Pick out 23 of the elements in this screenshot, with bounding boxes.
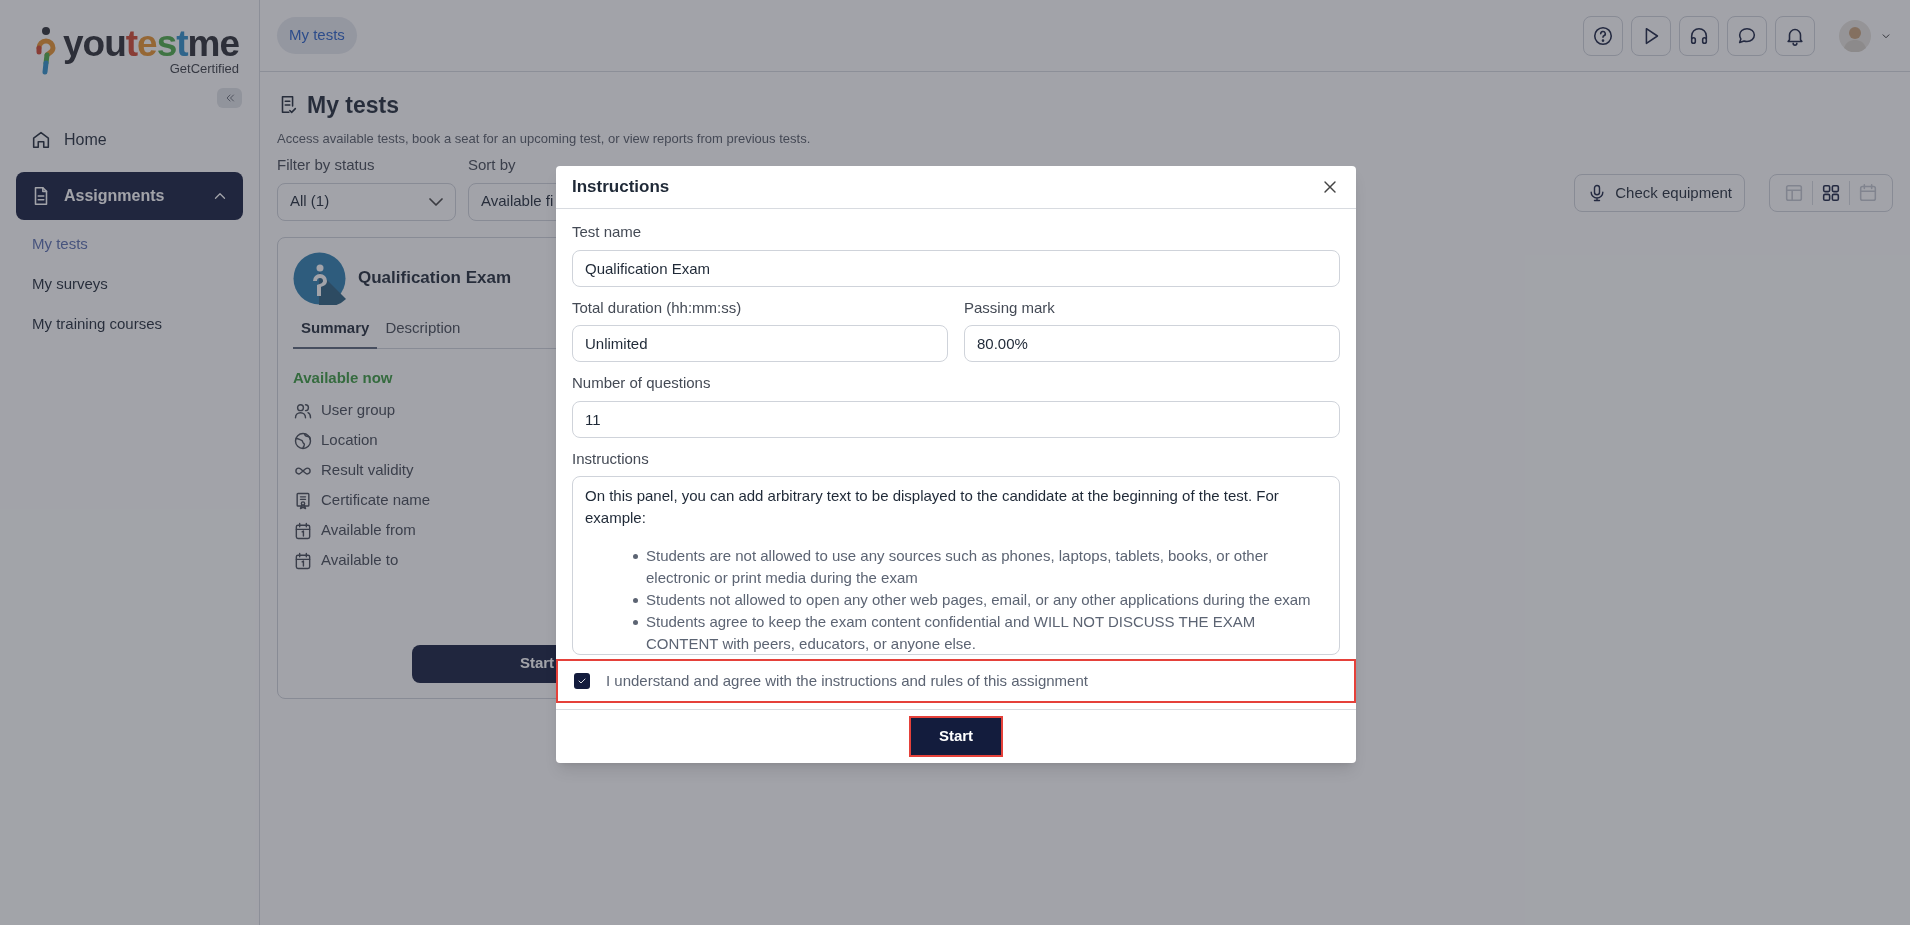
field-label: Total duration (hh:mm:ss): [572, 297, 743, 318]
instruction-item: Students are not allowed to use any sources such as phones, laptops, tablets, books, or other electronic or print media during the exam: [646, 546, 1270, 588]
instructions-intro: On this panel, you can add arbitrary text to be displayed to the candidate at the beginning of the test. For example:: [585, 486, 1280, 528]
availability-status: Available now: [293, 368, 393, 388]
instruction-item: Students not allowed to open any other web pages, email, or any other applications during the exam: [646, 590, 1311, 610]
field-label: Instructions: [572, 448, 650, 469]
detail-label: User group: [321, 400, 396, 421]
detail-label: Available from: [321, 520, 416, 541]
field-label: Test name: [572, 222, 643, 242]
field-label: Passing mark: [964, 297, 1056, 318]
detail-label: Location: [321, 430, 378, 451]
detail-label: Certificate name: [321, 490, 431, 511]
detail-label: Result validity: [321, 460, 414, 481]
filter-label: Filter by status: [277, 155, 375, 175]
test-title: Qualification Exam: [358, 267, 512, 290]
field-label: Number of questions: [572, 373, 712, 393]
detail-label: Available to: [321, 550, 399, 571]
logo-tagline: GetCertified: [169, 62, 240, 76]
filter-label: Sort by: [468, 155, 516, 175]
logo-wordmark: youtestme: [63, 26, 240, 62]
page-description: Access available tests, book a seat for an upcoming test, or view reports from previous tests.: [277, 129, 812, 148]
page-title: My tests: [307, 91, 400, 120]
dialog-title: Instructions: [572, 176, 670, 199]
